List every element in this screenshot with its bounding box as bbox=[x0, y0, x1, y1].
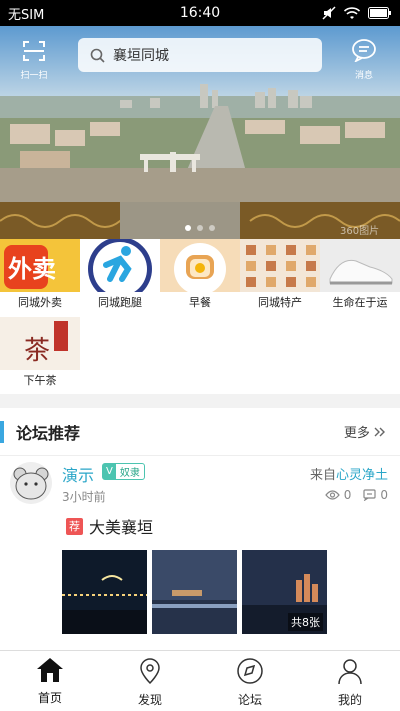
post-images: 共8张 bbox=[62, 550, 327, 634]
nav-discover-label: 发现 bbox=[137, 693, 162, 707]
carousel-dot[interactable] bbox=[197, 225, 203, 231]
source-prefix: 来自 bbox=[309, 468, 336, 483]
scan-icon bbox=[23, 41, 45, 61]
category-specialty[interactable]: 同城特产 bbox=[240, 239, 320, 314]
carrier-label: 无SIM bbox=[8, 7, 45, 23]
status-bar: 无SIM 16:40 bbox=[0, 0, 400, 26]
category-grid: 外卖 同城外卖 同城跑腿 早餐 同城特产 生命在于运 茶 下午茶 bbox=[0, 239, 400, 394]
source-name: 心灵净土 bbox=[335, 468, 388, 483]
post-image[interactable] bbox=[62, 550, 147, 634]
carousel-dot[interactable] bbox=[209, 225, 215, 231]
category-breakfast[interactable]: 早餐 bbox=[160, 239, 240, 314]
breakfast-image bbox=[160, 239, 240, 292]
nav-discover[interactable]: 发现 bbox=[100, 651, 200, 711]
member-level-badge: V 奴隶 bbox=[102, 463, 145, 480]
battery-icon bbox=[368, 7, 391, 19]
home-icon bbox=[37, 658, 63, 682]
forum-title: 论坛推荐 bbox=[16, 423, 81, 443]
nav-home[interactable]: 首页 bbox=[0, 651, 100, 711]
category-takeout[interactable]: 外卖 同城外卖 bbox=[0, 239, 80, 314]
carousel-indicator bbox=[0, 225, 400, 231]
category-label: 早餐 bbox=[189, 296, 211, 309]
comment-count: 0 bbox=[380, 488, 388, 502]
nav-forum[interactable]: 论坛 bbox=[200, 651, 300, 711]
more-link[interactable]: 更多 bbox=[344, 422, 386, 441]
post-image[interactable]: 共8张 bbox=[242, 550, 327, 634]
forum-section: 论坛推荐 更多 演示 V 奴隶 来自心灵净土 3小时前 0 0 荐 大美襄垣 共… bbox=[0, 408, 400, 650]
post-title-text: 大美襄垣 bbox=[89, 518, 154, 537]
location-pin-icon bbox=[140, 658, 160, 685]
section-accent-bar bbox=[0, 420, 4, 443]
scan-label: 扫一扫 bbox=[20, 71, 48, 81]
avatar[interactable] bbox=[10, 462, 52, 504]
tea-image-text: 茶 bbox=[24, 336, 50, 366]
bottom-nav: 首页 发现 论坛 我的 bbox=[0, 650, 400, 711]
post-image[interactable] bbox=[152, 550, 237, 634]
comment-icon bbox=[363, 489, 376, 501]
message-label: 消息 bbox=[354, 71, 373, 81]
post-source[interactable]: 来自心灵净土 bbox=[310, 464, 388, 483]
wifi-icon bbox=[344, 6, 360, 19]
search-text: 襄垣同城 bbox=[113, 48, 169, 64]
message-icon bbox=[352, 39, 376, 64]
scan-button[interactable]: 扫一扫 bbox=[14, 40, 54, 84]
runner-image bbox=[80, 239, 160, 292]
post-time: 3小时前 bbox=[62, 490, 106, 504]
category-label: 同城跑腿 bbox=[98, 296, 142, 309]
category-label: 同城外卖 bbox=[18, 296, 62, 309]
compass-icon bbox=[237, 658, 263, 684]
search-input[interactable]: 襄垣同城 bbox=[78, 38, 322, 72]
post-title[interactable]: 荐 大美襄垣 bbox=[66, 514, 153, 538]
more-label: 更多 bbox=[343, 426, 370, 441]
person-icon bbox=[338, 659, 362, 685]
mute-icon bbox=[322, 6, 336, 20]
nav-mine[interactable]: 我的 bbox=[300, 651, 400, 711]
image-count: 共8张 bbox=[288, 613, 323, 631]
post-stats: 0 0 bbox=[324, 488, 388, 502]
forum-header: 论坛推荐 更多 bbox=[0, 408, 400, 456]
category-afternoon-tea[interactable]: 茶 下午茶 bbox=[0, 317, 80, 392]
message-button[interactable]: 消息 bbox=[346, 38, 382, 82]
nav-forum-label: 论坛 bbox=[237, 693, 262, 707]
carousel-dot[interactable] bbox=[185, 225, 191, 231]
search-icon bbox=[90, 48, 105, 63]
level-label: 奴隶 bbox=[119, 468, 140, 479]
category-sports[interactable]: 生命在于运 bbox=[320, 239, 400, 314]
post-author[interactable]: 演示 bbox=[62, 462, 94, 486]
nav-mine-label: 我的 bbox=[337, 693, 362, 707]
svg-text:外卖: 外卖 bbox=[8, 255, 56, 283]
recommended-tag: 荐 bbox=[66, 517, 83, 535]
specialty-image bbox=[240, 239, 320, 292]
hero-banner[interactable]: 360图片 扫一扫 襄垣同城 消息 bbox=[0, 26, 400, 239]
eye-icon bbox=[324, 490, 340, 500]
tea-image: 茶 bbox=[0, 317, 80, 370]
nav-home-label: 首页 bbox=[37, 691, 62, 705]
category-errand[interactable]: 同城跑腿 bbox=[80, 239, 160, 314]
double-chevron-right-icon bbox=[374, 427, 385, 437]
vip-icon: V bbox=[103, 464, 116, 479]
category-label: 生命在于运 bbox=[332, 296, 388, 309]
sneaker-image bbox=[320, 239, 400, 292]
category-label: 下午茶 bbox=[23, 374, 57, 387]
takeout-image: 外卖 bbox=[0, 239, 80, 292]
view-count: 0 bbox=[343, 488, 352, 502]
category-label: 同城特产 bbox=[258, 296, 302, 309]
